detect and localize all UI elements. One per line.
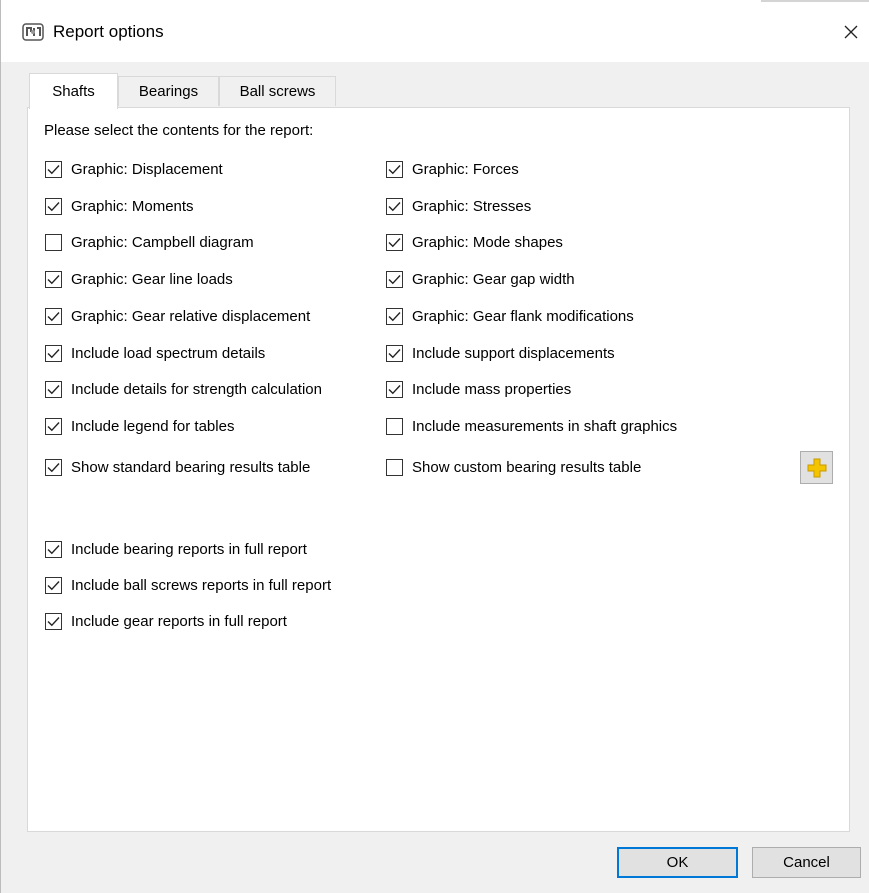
checkbox-graphic-gear-relative-displacement[interactable]: Graphic: Gear relative displacement <box>45 305 310 327</box>
checkbox-label: Show standard bearing results table <box>71 458 311 476</box>
window-title: Report options <box>53 22 164 41</box>
checkbox-include-mass-properties[interactable]: Include mass properties <box>386 378 571 400</box>
checkbox-include-bearing-reports-in-full-report[interactable]: Include bearing reports in full report <box>45 538 307 560</box>
intro-text: Please select the contents for the repor… <box>44 122 314 139</box>
checkbox-checked-icon[interactable] <box>45 197 62 215</box>
checkbox-label: Graphic: Forces <box>412 160 519 178</box>
checkbox-include-load-spectrum-details[interactable]: Include load spectrum details <box>45 342 265 364</box>
checkbox-include-measurements-in-shaft-graphics[interactable]: Include measurements in shaft graphics <box>386 415 677 437</box>
checkbox-graphic-gear-line-loads[interactable]: Graphic: Gear line loads <box>45 268 233 290</box>
checkbox-label: Graphic: Mode shapes <box>412 233 563 251</box>
checkbox-label: Show custom bearing results table <box>412 458 642 476</box>
ok-button-label: OK <box>666 854 689 871</box>
app-logo-icon <box>22 23 44 41</box>
checkbox-label: Graphic: Campbell diagram <box>71 233 254 251</box>
checkbox-checked-icon[interactable] <box>386 197 403 215</box>
checkbox-graphic-forces[interactable]: Graphic: Forces <box>386 158 519 180</box>
close-icon <box>844 25 858 39</box>
checkbox-include-gear-reports-in-full-report[interactable]: Include gear reports in full report <box>45 610 287 632</box>
checkbox-graphic-stresses[interactable]: Graphic: Stresses <box>386 195 531 217</box>
checkbox-label: Include details for strength calculation <box>71 380 322 398</box>
checkbox-label: Include bearing reports in full report <box>71 540 307 558</box>
checkbox-graphic-moments[interactable]: Graphic: Moments <box>45 195 194 217</box>
checkbox-label: Include legend for tables <box>71 417 235 435</box>
checkbox-include-details-for-strength-calculation[interactable]: Include details for strength calculation <box>45 378 322 400</box>
tab-label: Ball screws <box>239 83 316 100</box>
checkbox-graphic-campbell-diagram[interactable]: Graphic: Campbell diagram <box>45 231 254 253</box>
checkbox-label: Graphic: Displacement <box>71 160 223 178</box>
checkbox-label: Graphic: Gear relative displacement <box>71 307 311 325</box>
checkbox-unchecked-icon[interactable] <box>45 233 62 251</box>
checkbox-label: Graphic: Gear flank modifications <box>412 307 634 325</box>
close-button[interactable] <box>833 14 869 50</box>
plus-icon <box>807 458 826 477</box>
checkbox-graphic-displacement[interactable]: Graphic: Displacement <box>45 158 223 180</box>
checkbox-label: Graphic: Gear line loads <box>71 270 233 288</box>
checkbox-checked-icon[interactable] <box>386 307 403 325</box>
checkbox-checked-icon[interactable] <box>45 540 62 558</box>
tab-shafts[interactable]: Shafts <box>29 73 118 109</box>
checkbox-label: Include ball screws reports in full repo… <box>71 576 332 594</box>
checkbox-label: Include load spectrum details <box>71 344 266 362</box>
checkbox-checked-icon[interactable] <box>45 458 62 476</box>
checkbox-label: Include gear reports in full report <box>71 612 287 630</box>
checkbox-checked-icon[interactable] <box>45 160 62 178</box>
checkbox-checked-icon[interactable] <box>45 612 62 630</box>
cancel-button-label: Cancel <box>783 854 830 871</box>
tab-label: Shafts <box>52 83 95 100</box>
tab-label: Bearings <box>138 83 199 100</box>
cancel-button[interactable]: Cancel <box>752 847 861 878</box>
checkbox-graphic-gear-gap-width[interactable]: Graphic: Gear gap width <box>386 268 575 290</box>
checkbox-checked-icon[interactable] <box>45 417 62 435</box>
add-custom-table-button[interactable] <box>800 451 833 484</box>
checkbox-checked-icon[interactable] <box>386 380 403 398</box>
checkbox-checked-icon[interactable] <box>386 233 403 251</box>
checkbox-checked-icon[interactable] <box>386 160 403 178</box>
checkbox-include-ball-screws-reports-in-full-report[interactable]: Include ball screws reports in full repo… <box>45 574 331 596</box>
title-bar: Report options <box>1 0 869 62</box>
checkbox-graphic-gear-flank-modifications[interactable]: Graphic: Gear flank modifications <box>386 305 634 327</box>
window-edge <box>761 0 869 2</box>
checkbox-label: Graphic: Stresses <box>412 197 532 215</box>
checkbox-label: Include support displacements <box>412 344 615 362</box>
tab-ball-screws[interactable]: Ball screws <box>219 76 336 106</box>
checkbox-graphic-mode-shapes[interactable]: Graphic: Mode shapes <box>386 231 563 253</box>
checkbox-include-legend-for-tables[interactable]: Include legend for tables <box>45 415 234 437</box>
checkbox-include-support-displacements[interactable]: Include support displacements <box>386 342 615 364</box>
checkbox-unchecked-icon[interactable] <box>386 417 403 435</box>
report-options-dialog: Report options Shafts Bearings Ball scre… <box>0 0 869 893</box>
checkbox-show-custom-bearing-results-table[interactable]: Show custom bearing results table <box>386 456 641 478</box>
checkbox-show-standard-bearing-results-table[interactable]: Show standard bearing results table <box>45 456 310 478</box>
checkbox-unchecked-icon[interactable] <box>386 458 403 476</box>
checkbox-checked-icon[interactable] <box>386 344 403 362</box>
checkbox-label: Include measurements in shaft graphics <box>412 417 678 435</box>
checkbox-label: Include mass properties <box>412 380 572 398</box>
checkbox-checked-icon[interactable] <box>386 270 403 288</box>
checkbox-checked-icon[interactable] <box>45 307 62 325</box>
checkbox-checked-icon[interactable] <box>45 380 62 398</box>
tab-bearings[interactable]: Bearings <box>118 76 219 106</box>
ok-button[interactable]: OK <box>617 847 738 878</box>
checkbox-checked-icon[interactable] <box>45 576 62 594</box>
checkbox-checked-icon[interactable] <box>45 344 62 362</box>
checkbox-checked-icon[interactable] <box>45 270 62 288</box>
checkbox-label: Graphic: Gear gap width <box>412 270 575 288</box>
checkbox-label: Graphic: Moments <box>71 197 194 215</box>
